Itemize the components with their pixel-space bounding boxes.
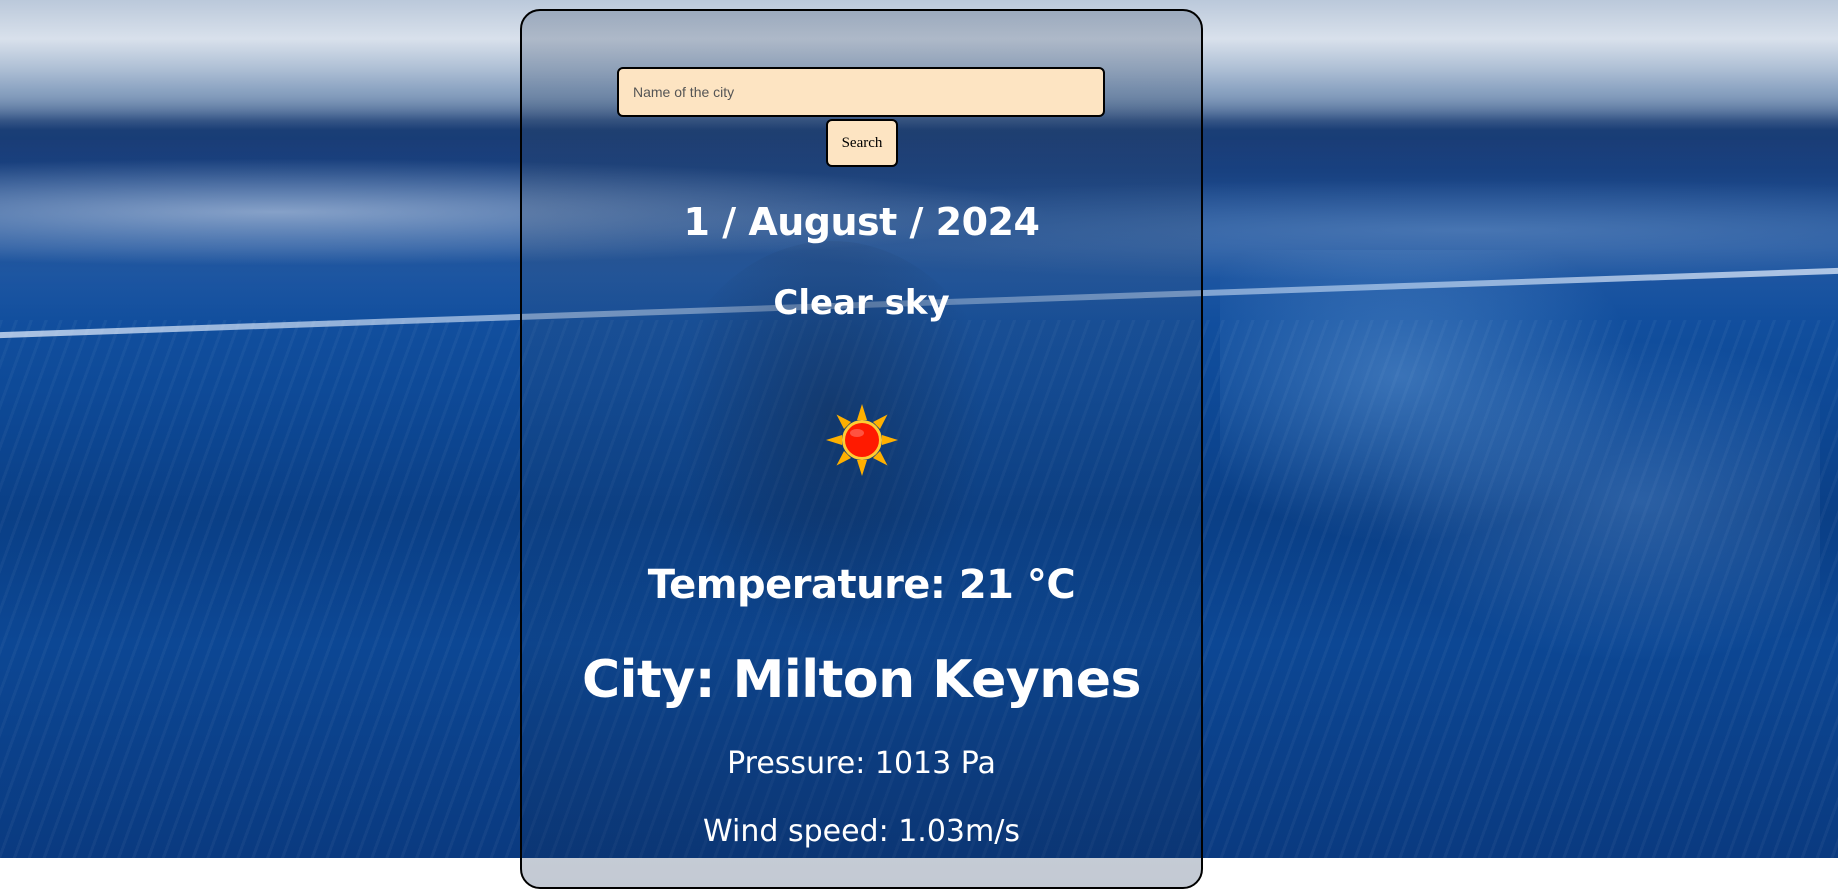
date-heading: 1 / August / 2024 — [683, 200, 1040, 244]
temperature-label: Temperature: 21 °C — [647, 562, 1076, 608]
city-label: City: Milton Keynes — [581, 650, 1142, 710]
city-search-input[interactable] — [617, 67, 1105, 117]
wind-speed-label: Wind speed: 1.03m/s — [703, 814, 1020, 849]
water-sparkle — [1220, 250, 1820, 670]
search-button[interactable]: Search — [826, 119, 898, 167]
weather-description: Clear sky — [773, 283, 950, 323]
sun-icon — [826, 404, 898, 476]
pressure-label: Pressure: 1013 Pa — [727, 746, 996, 781]
